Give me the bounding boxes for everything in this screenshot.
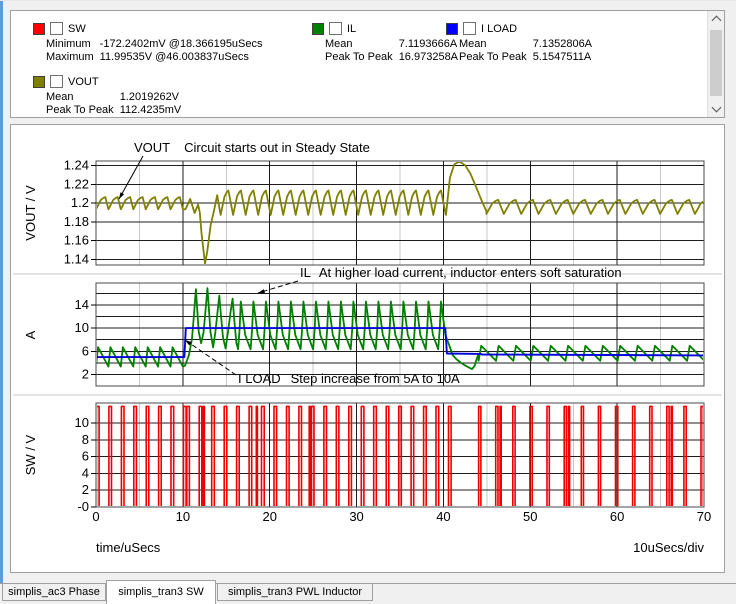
svg-text:14: 14 xyxy=(75,297,89,312)
window-top-hairline xyxy=(0,0,736,1)
sw-color-swatch xyxy=(33,22,45,35)
annotation-i-load: I LOAD Step increase from 5A to 10A xyxy=(238,371,460,386)
sheet-tab-bar: simplis_ac3 Phase simplis_tran3 SW simpl… xyxy=(0,580,736,604)
plot-panel: 1.24 1.22 1.2 1.18 1.16 1.14 14 10 6 2 10 8 6 4 2 -0 0 10… xyxy=(10,124,725,573)
annotation-vout: VOUT Circuit starts out in Steady State xyxy=(134,140,370,155)
svg-text:1.2: 1.2 xyxy=(71,195,89,210)
il-trace-name: IL xyxy=(347,22,357,35)
sw-trace-name: SW xyxy=(68,22,86,35)
waveform-plot-area[interactable]: 1.241.221.21.181.161.14141062108642-00 10… xyxy=(11,125,724,572)
amps-axis-title: A xyxy=(23,330,38,339)
svg-text:10: 10 xyxy=(75,415,89,430)
vout-visibility-checkbox[interactable] xyxy=(50,75,63,88)
iload-stat-value: 5.1547511A xyxy=(532,51,592,63)
svg-text:20: 20 xyxy=(262,509,276,524)
legend-entry-il: IL Mean 7.1193666A Peak To Peak 16.97325… xyxy=(312,22,458,63)
vout-trace-name: VOUT xyxy=(68,75,99,88)
svg-text:10: 10 xyxy=(176,509,190,524)
tab-simplis-ac3-phase[interactable]: simplis_ac3 Phase xyxy=(2,584,106,601)
svg-text:1.18: 1.18 xyxy=(64,214,89,229)
svg-text:1.14: 1.14 xyxy=(64,251,89,266)
scrollbar-down-button[interactable] xyxy=(708,100,724,117)
svg-text:70: 70 xyxy=(697,509,711,524)
svg-text:60: 60 xyxy=(610,509,624,524)
legend-entry-sw: SW Minimum -172.2402mV @18.366195uSecs M… xyxy=(33,22,263,63)
svg-text:40: 40 xyxy=(436,509,450,524)
svg-text:0: 0 xyxy=(92,509,99,524)
vout-stat-value: 1.2019262V xyxy=(119,91,180,103)
svg-text:2: 2 xyxy=(82,482,89,497)
sw-stat-value: 11.99535V @46.003837uSecs xyxy=(99,51,249,63)
x-axis-title: time/uSecs xyxy=(96,540,161,555)
chevron-down-icon xyxy=(711,102,721,113)
iload-stat-value: 7.1352806A xyxy=(532,38,593,50)
tab-simplis-tran3-pwl-inductor[interactable]: simplis_tran3 PWL Inductor xyxy=(217,584,373,601)
x-scale-per-div-label: 10uSecs/div xyxy=(633,540,704,555)
svg-text:50: 50 xyxy=(523,509,537,524)
sw-visibility-checkbox[interactable] xyxy=(50,22,63,35)
svg-text:8: 8 xyxy=(82,432,89,447)
sw-stat-label: Maximum xyxy=(46,51,94,63)
svg-text:-0: -0 xyxy=(77,499,89,514)
legend-panel: SW Minimum -172.2402mV @18.366195uSecs M… xyxy=(10,10,725,118)
vout-color-swatch xyxy=(33,75,45,88)
iload-stat-label: Mean xyxy=(459,38,487,50)
vout-stat-label: Peak To Peak xyxy=(46,104,114,116)
sw-stat-label: Minimum xyxy=(46,38,91,50)
sw-axis-title: SW / V xyxy=(23,434,38,475)
scrollbar-thumb[interactable] xyxy=(710,30,722,96)
vout-stat-value: 112.4235mV xyxy=(119,104,182,116)
svg-text:1.22: 1.22 xyxy=(64,176,89,191)
svg-text:4: 4 xyxy=(82,465,89,480)
svg-text:6: 6 xyxy=(82,343,89,358)
svg-text:1.16: 1.16 xyxy=(64,233,89,248)
iload-trace-name: I LOAD xyxy=(481,22,518,35)
il-visibility-checkbox[interactable] xyxy=(329,22,342,35)
svg-text:2: 2 xyxy=(82,366,89,381)
iload-visibility-checkbox[interactable] xyxy=(463,22,476,35)
iload-stat-label: Peak To Peak xyxy=(459,51,527,63)
il-stat-label: Mean xyxy=(325,38,353,50)
waveform-viewer-window: { "legend": { "entries": [ {"name":"SW",… xyxy=(0,0,736,604)
svg-text:10: 10 xyxy=(75,320,89,335)
window-edge-accent xyxy=(0,0,3,603)
annotation-il: IL At higher load current, inductor enter… xyxy=(300,265,622,280)
iload-color-swatch xyxy=(446,22,458,35)
svg-text:6: 6 xyxy=(82,449,89,464)
sw-stat-value: -172.2402mV @18.366195uSecs xyxy=(99,38,263,50)
il-color-swatch xyxy=(312,22,324,35)
scrollbar-up-button[interactable] xyxy=(708,11,724,28)
vout-axis-title: VOUT / V xyxy=(23,185,38,241)
chevron-up-icon xyxy=(711,15,721,26)
svg-text:1.24: 1.24 xyxy=(64,158,89,173)
legend-scrollbar[interactable] xyxy=(707,11,724,117)
legend-entry-iload: I LOAD Mean 7.1352806A Peak To Peak 5.15… xyxy=(446,22,592,63)
il-stat-label: Peak To Peak xyxy=(325,51,393,63)
svg-text:30: 30 xyxy=(349,509,363,524)
legend-entry-vout: VOUT Mean 1.2019262V Peak To Peak 112.42… xyxy=(33,75,181,116)
tab-simplis-tran3-sw[interactable]: simplis_tran3 SW xyxy=(106,580,216,604)
vout-stat-label: Mean xyxy=(46,91,74,103)
